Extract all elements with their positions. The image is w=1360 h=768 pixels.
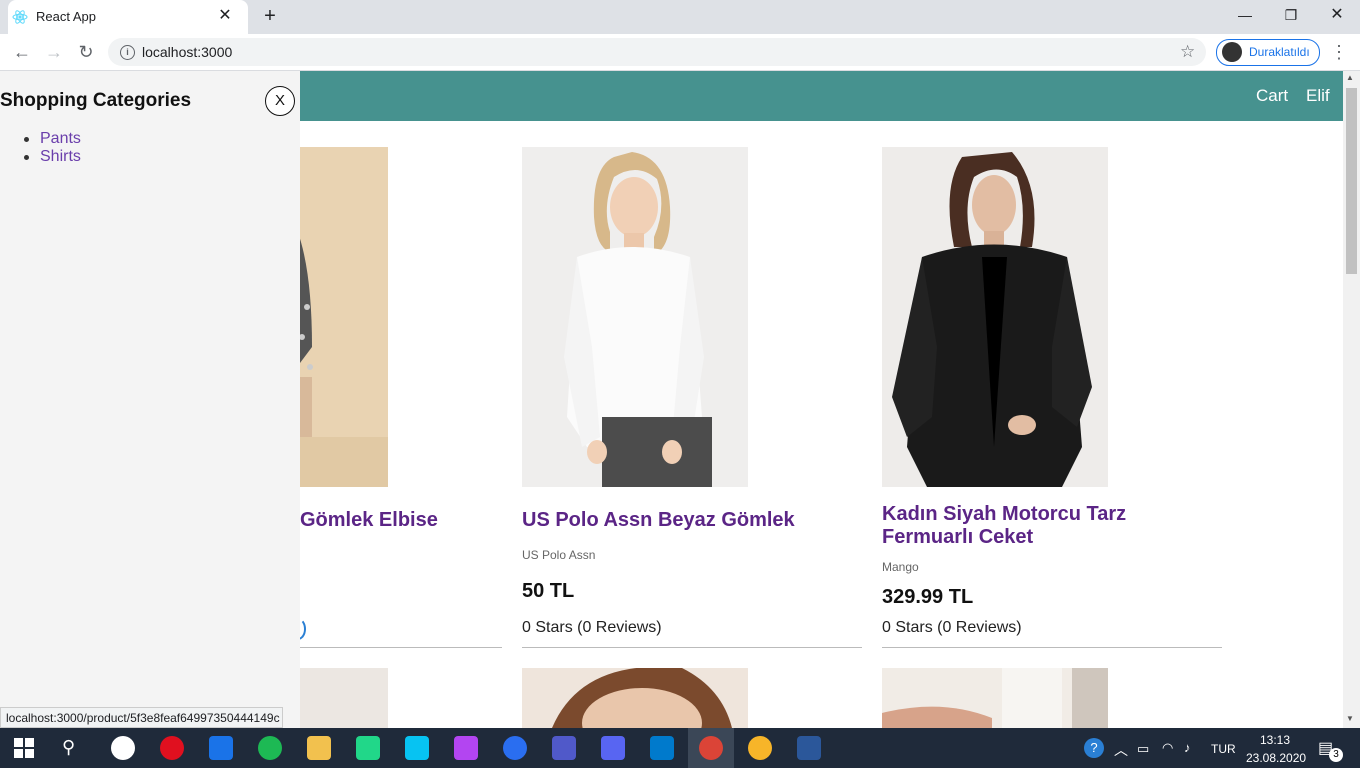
- language-indicator[interactable]: TUR: [1211, 742, 1236, 756]
- product-price: 50 TL: [522, 580, 575, 602]
- chrome-icon[interactable]: [699, 736, 723, 760]
- phpstorm-icon[interactable]: [454, 736, 478, 760]
- product-rating: 0 Stars (0 Reviews): [522, 619, 662, 636]
- opera-icon[interactable]: [160, 736, 184, 760]
- scroll-up-icon[interactable]: ▲: [1346, 73, 1354, 82]
- link-status-bar: localhost:3000/product/5f3e8feaf64997350…: [0, 707, 283, 728]
- forward-icon[interactable]: →: [42, 40, 66, 64]
- sidebar-title: Shopping Categories: [0, 90, 192, 111]
- pycharm-icon[interactable]: [356, 736, 380, 760]
- teams-icon[interactable]: [552, 736, 576, 760]
- category-sidebar: [0, 71, 300, 728]
- category-item-pants[interactable]: Pants: [24, 130, 81, 148]
- product-image[interactable]: [522, 147, 748, 487]
- address-bar[interactable]: [108, 38, 1206, 66]
- minimize-icon[interactable]: —: [1222, 0, 1268, 30]
- product-image[interactable]: [882, 668, 1108, 728]
- product-image[interactable]: [522, 668, 748, 728]
- product-divider: [522, 647, 862, 648]
- clock-date[interactable]: 23.08.2020: [1246, 751, 1306, 765]
- cart-link[interactable]: Cart: [1256, 86, 1288, 106]
- vscode-icon[interactable]: [650, 736, 674, 760]
- word-icon[interactable]: [797, 736, 821, 760]
- product-rating: 0 Stars (0 Reviews): [882, 619, 1022, 636]
- product-brand: US Polo Assn: [522, 548, 596, 562]
- scroll-down-icon[interactable]: ▼: [1346, 714, 1354, 723]
- paint-icon[interactable]: [748, 736, 772, 760]
- file-explorer-icon[interactable]: [307, 736, 331, 760]
- mail-icon[interactable]: [209, 736, 233, 760]
- new-tab-icon[interactable]: +: [258, 5, 282, 29]
- notification-badge: 3: [1329, 748, 1343, 762]
- product-brand: Mango: [882, 560, 919, 574]
- tray-chevron-icon[interactable]: ︿: [1114, 740, 1128, 760]
- reload-icon[interactable]: ↻: [74, 40, 98, 64]
- product-price: 329.99 TL: [882, 586, 974, 608]
- battery-icon[interactable]: ▭: [1137, 741, 1149, 757]
- category-item-shirts[interactable]: Shirts: [24, 148, 81, 166]
- tab-close-icon[interactable]: ✕: [216, 7, 234, 25]
- sidebar-close-button[interactable]: X: [265, 86, 295, 116]
- webstorm-icon[interactable]: [405, 736, 429, 760]
- app-header: [300, 71, 1343, 121]
- url-text[interactable]: localhost:3000: [142, 44, 232, 60]
- spotify-icon[interactable]: [258, 736, 282, 760]
- tab-title: React App: [36, 9, 96, 24]
- profile-label: Duraklatıldı: [1249, 45, 1310, 59]
- browser-menu-icon[interactable]: ⋮: [1330, 42, 1348, 63]
- scrollbar-thumb[interactable]: [1346, 88, 1357, 274]
- search-icon[interactable]: ⚲: [62, 737, 84, 759]
- product-divider: [882, 647, 1222, 648]
- windows-start-icon[interactable]: [14, 738, 34, 763]
- windows-taskbar: [0, 728, 1360, 768]
- window-close-icon[interactable]: ✕: [1314, 0, 1360, 30]
- back-icon[interactable]: ←: [10, 40, 34, 64]
- wifi-icon[interactable]: ◠: [1162, 740, 1173, 756]
- avatar: [1222, 42, 1242, 62]
- info-icon[interactable]: i: [120, 45, 135, 60]
- product-image[interactable]: [882, 147, 1108, 487]
- maps-icon[interactable]: [503, 736, 527, 760]
- product-title[interactable]: US Polo Assn Beyaz Gömlek: [522, 509, 852, 532]
- clock-time[interactable]: 13:13: [1260, 733, 1290, 747]
- product-title[interactable]: Kadın Siyah Motorcu Tarz Fermuarlı Ceket: [882, 503, 1182, 549]
- slack-icon[interactable]: [111, 736, 135, 760]
- category-list: Pants Shirts: [24, 130, 81, 166]
- react-logo-icon: [12, 9, 28, 25]
- volume-icon[interactable]: ♪: [1184, 740, 1191, 755]
- user-link[interactable]: Elif: [1306, 86, 1330, 106]
- bookmark-star-icon[interactable]: ☆: [1180, 42, 1195, 62]
- help-icon[interactable]: ?: [1084, 738, 1104, 758]
- discord-icon[interactable]: [601, 736, 625, 760]
- restore-icon[interactable]: ❐: [1268, 0, 1314, 30]
